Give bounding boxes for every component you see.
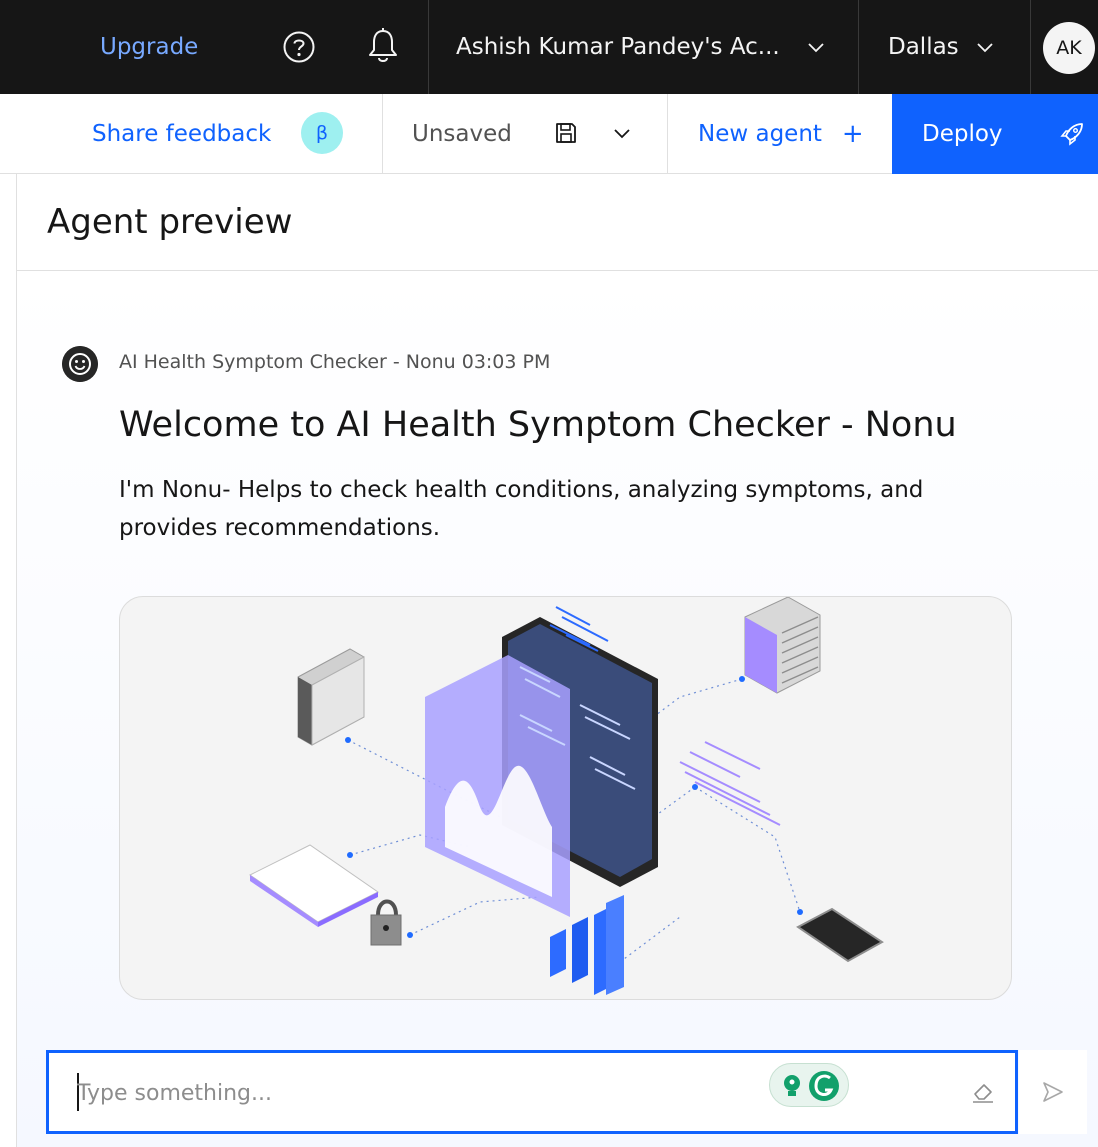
toolbar-divider — [667, 94, 668, 174]
deploy-label: Deploy — [922, 121, 1003, 147]
plus-icon: + — [841, 119, 864, 149]
grammarly-widget[interactable] — [769, 1063, 849, 1107]
account-switcher[interactable]: Ashish Kumar Pandey's Ac... — [456, 0, 826, 94]
welcome-description: I'm Nonu- Helps to check health conditio… — [119, 477, 924, 541]
agent-toolbar: Share feedback β Unsaved New agent + Dep… — [0, 94, 1098, 174]
message-sender-timestamp: AI Health Symptom Checker - Nonu 03:03 P… — [119, 351, 551, 373]
beta-badge: β — [301, 112, 343, 154]
send-button[interactable] — [1019, 1050, 1087, 1134]
new-agent-button[interactable]: New agent + — [698, 94, 864, 174]
agent-preview-panel: Agent preview AI Health Symptom Checker … — [16, 174, 1098, 1147]
new-agent-label: New agent — [698, 121, 822, 147]
user-avatar[interactable]: AK — [1043, 22, 1095, 74]
lock-icon — [370, 899, 402, 946]
deploy-button[interactable]: Deploy — [892, 94, 1098, 174]
topbar-divider — [1030, 0, 1031, 94]
share-feedback-link[interactable]: Share feedback — [92, 94, 271, 174]
help-circle-icon[interactable] — [282, 30, 316, 64]
message-input[interactable] — [77, 1075, 717, 1111]
panel-header: Agent preview — [17, 174, 1098, 271]
chevron-down-icon[interactable] — [612, 124, 632, 144]
region-label: Dallas — [888, 34, 959, 60]
account-label: Ashish Kumar Pandey's Ac... — [456, 34, 780, 60]
chat-area[interactable]: AI Health Symptom Checker - Nonu 03:03 P… — [17, 271, 1098, 1147]
welcome-illustration — [119, 596, 1012, 1000]
grammarly-g-icon — [809, 1071, 839, 1101]
lightbulb-icon — [784, 1075, 800, 1096]
message-input-container — [46, 1050, 1018, 1134]
book-icon — [249, 844, 379, 927]
save-icon[interactable] — [554, 121, 578, 145]
toolbar-divider — [382, 94, 383, 174]
upgrade-link[interactable]: Upgrade — [100, 0, 198, 94]
rocket-icon — [1060, 123, 1083, 146]
topbar-divider — [428, 0, 429, 94]
panel-title: Agent preview — [47, 202, 293, 242]
smiley-face-icon — [62, 346, 98, 382]
monitor-illustration — [425, 617, 658, 917]
chevron-down-icon — [977, 43, 993, 53]
region-selector[interactable]: Dallas — [888, 0, 995, 94]
phone-icon — [796, 907, 884, 963]
bell-icon[interactable] — [366, 27, 400, 65]
save-status: Unsaved — [412, 121, 512, 147]
top-navigation-bar: Upgrade Ashish Kumar Pandey's Ac... Dall… — [0, 0, 1098, 94]
server-stack-icon — [744, 597, 821, 694]
chevron-down-icon — [808, 43, 824, 53]
eraser-icon[interactable] — [969, 1077, 997, 1105]
welcome-heading: Welcome to AI Health Symptom Checker - N… — [119, 405, 957, 445]
send-icon — [1043, 1082, 1063, 1102]
topbar-divider — [858, 0, 859, 94]
folder-icon — [297, 648, 365, 746]
